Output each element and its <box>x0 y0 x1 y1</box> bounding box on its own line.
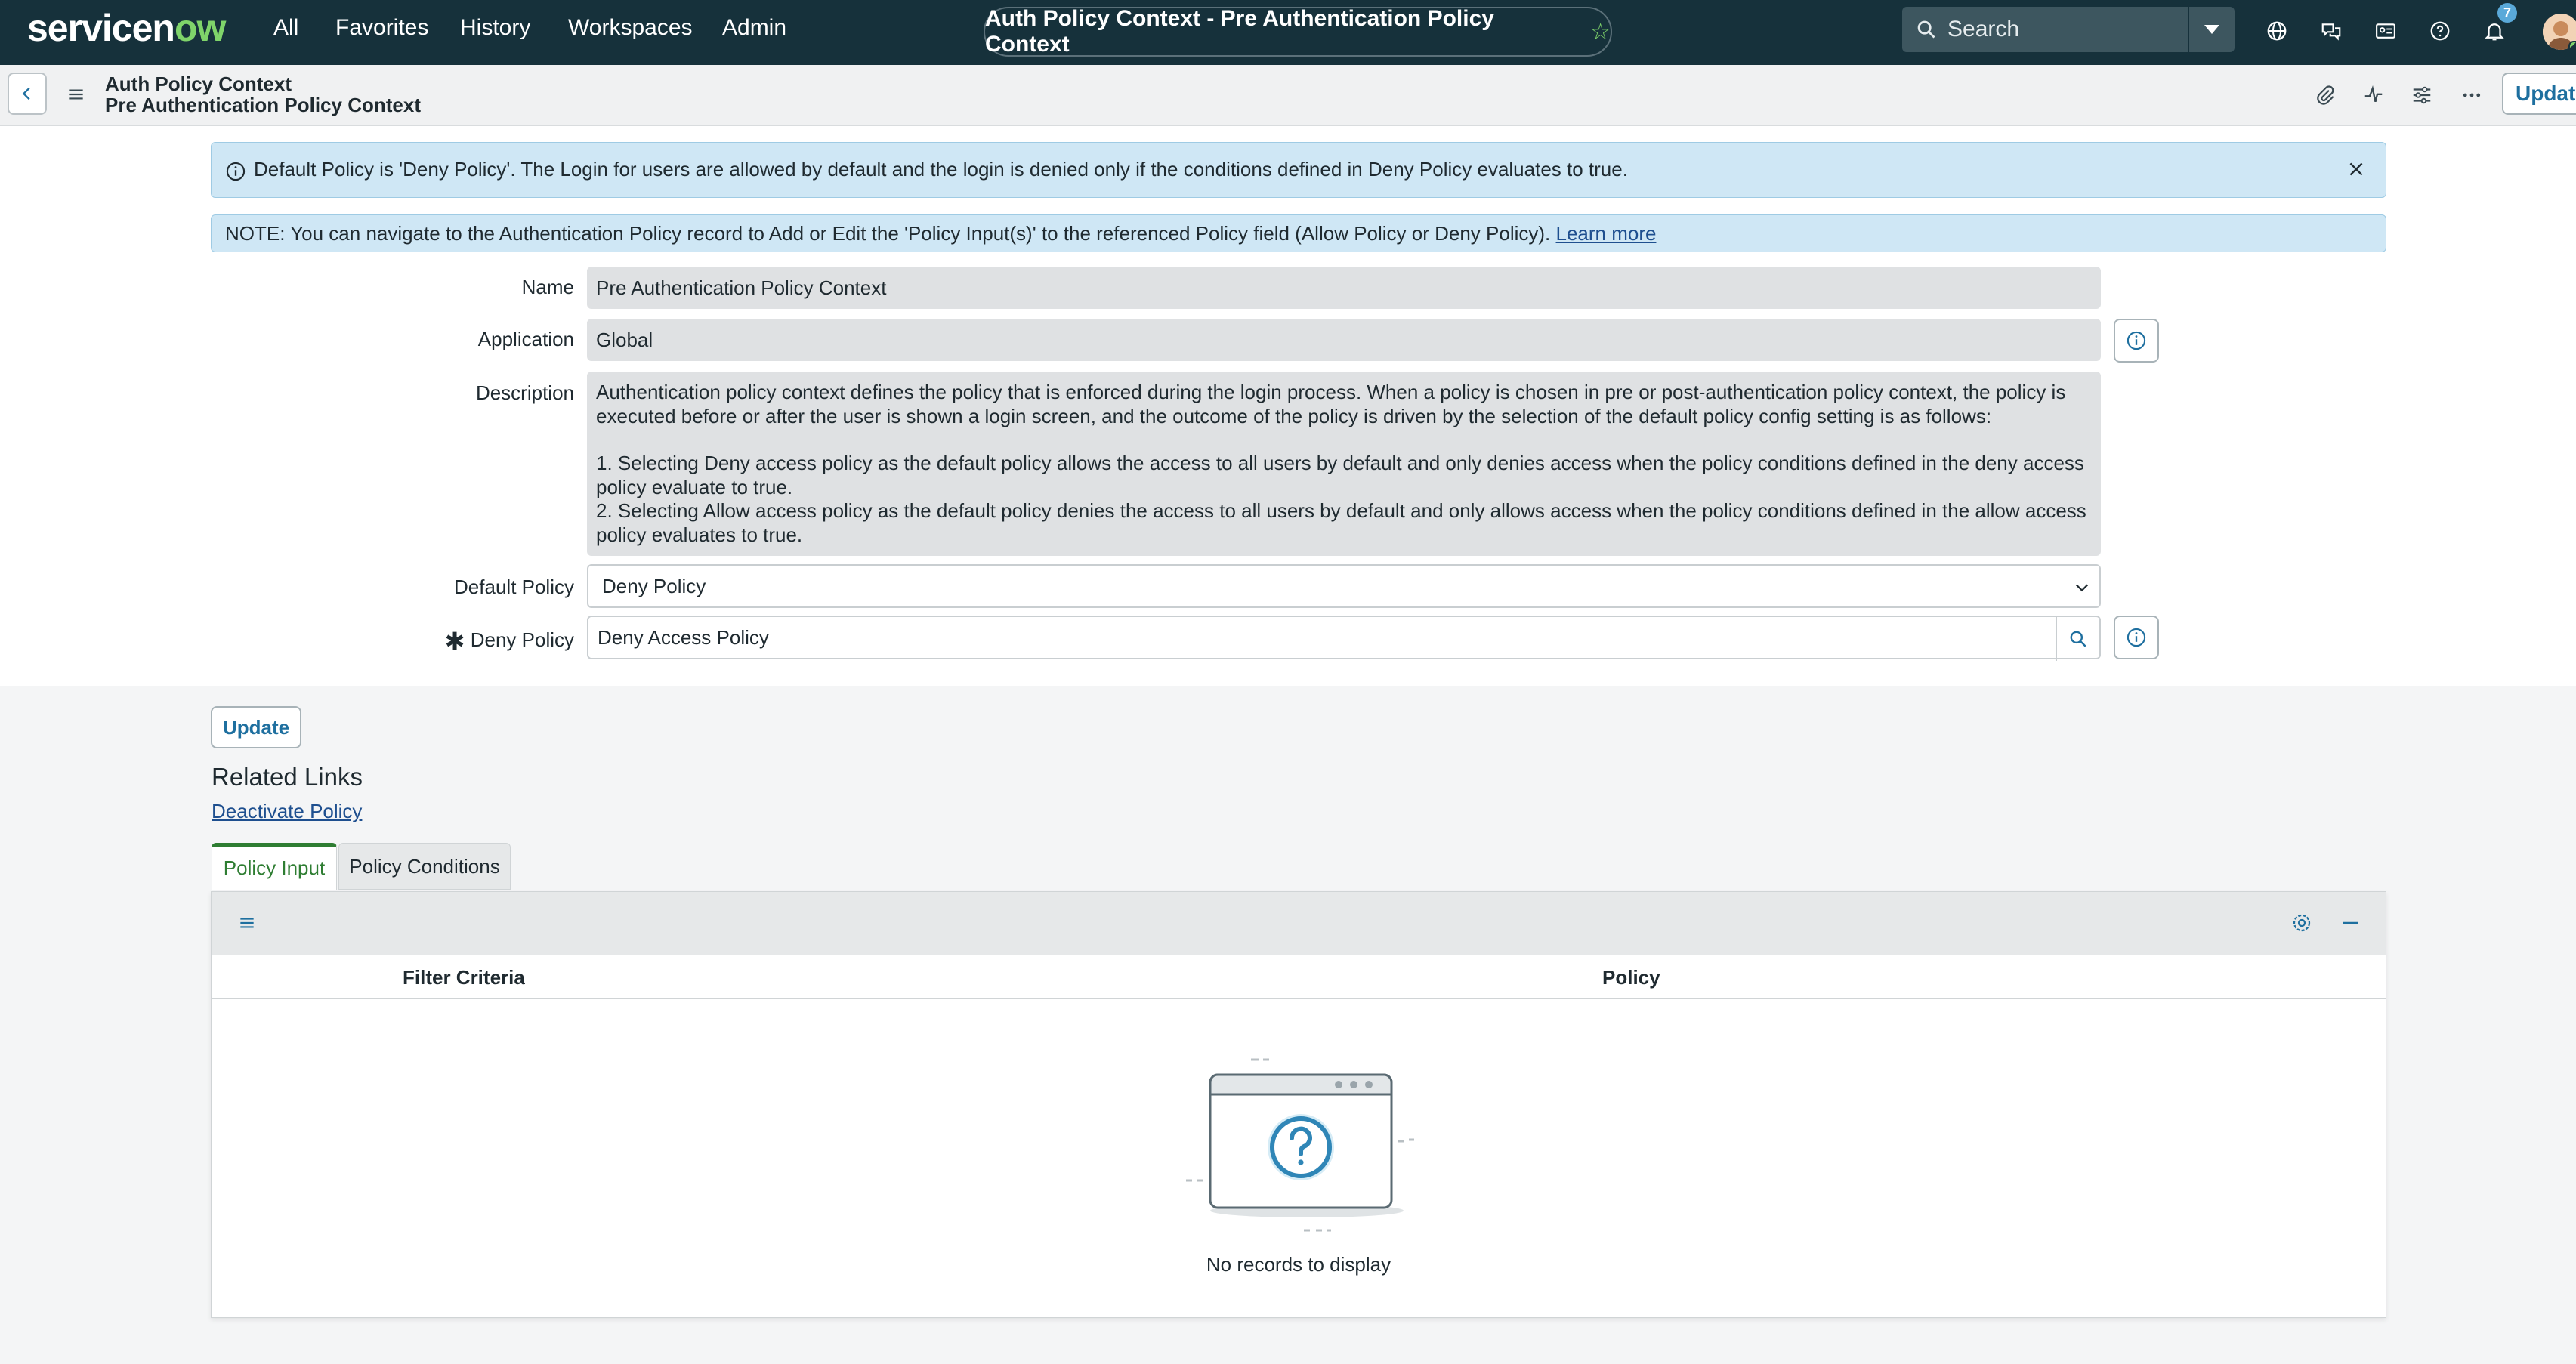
deny-policy-reference-field[interactable]: Deny Access Policy <box>587 616 2101 661</box>
star-icon[interactable]: ☆ <box>1590 19 1611 45</box>
chat-icon[interactable] <box>2316 16 2346 46</box>
application-field[interactable]: Global <box>587 319 2101 361</box>
column-divider <box>212 998 2386 999</box>
search-placeholder: Search <box>1947 17 2020 42</box>
chevron-left-icon <box>22 87 30 100</box>
name-value: Pre Authentication Policy Context <box>596 276 887 299</box>
info-banner-text: Default Policy is 'Deny Policy'. The Log… <box>254 158 1628 181</box>
learn-more-link[interactable]: Learn more <box>1556 222 1657 245</box>
online-status-dot <box>2568 41 2576 50</box>
empty-state-text: No records to display <box>1206 1253 1391 1276</box>
description-label: Description <box>475 381 574 404</box>
global-search: Search <box>1902 7 2235 52</box>
record-title-pill[interactable]: Auth Policy Context - Pre Authentication… <box>984 6 1612 57</box>
related-list-panel: Filter Criteria Policy No records to dis… <box>211 891 2386 1318</box>
form-table-label: Auth Policy Context <box>105 73 292 95</box>
application-value: Global <box>596 329 653 351</box>
info-icon <box>225 161 246 187</box>
caret-down-icon <box>2204 25 2219 34</box>
header-update-button[interactable]: Update <box>2502 73 2576 115</box>
personalize-form-icon[interactable] <box>2407 80 2437 110</box>
update-button[interactable]: Update <box>211 706 301 748</box>
tab-policy-conditions[interactable]: Policy Conditions <box>338 843 511 890</box>
deny-policy-info-button[interactable] <box>2114 616 2159 659</box>
chevron-down-icon <box>2075 584 2089 592</box>
related-list-header <box>212 892 2386 955</box>
nav-history[interactable]: History <box>460 15 530 41</box>
deactivate-policy-link[interactable]: Deactivate Policy <box>212 800 362 823</box>
name-label: Name <box>521 276 574 298</box>
servicenow-logo[interactable]: servicenow <box>27 6 226 50</box>
more-options-icon[interactable] <box>2457 80 2487 110</box>
description-blank-line <box>596 428 2092 452</box>
column-header-policy[interactable]: Policy <box>1602 966 1660 989</box>
id-card-icon[interactable] <box>2371 16 2401 46</box>
default-policy-info-banner: Default Policy is 'Deny Policy'. The Log… <box>211 142 2386 198</box>
form-context-menu-icon[interactable] <box>66 85 86 108</box>
logo-text-accent: ow <box>174 7 226 49</box>
search-input[interactable]: Search <box>1902 7 2188 52</box>
close-icon[interactable] <box>2346 159 2366 184</box>
column-header-filter-criteria[interactable]: Filter Criteria <box>403 966 525 989</box>
list-context-menu-icon[interactable] <box>237 913 257 937</box>
nav-all[interactable]: All <box>273 15 298 41</box>
tab-policy-input[interactable]: Policy Input <box>212 843 337 890</box>
info-icon <box>2127 628 2146 647</box>
help-icon[interactable] <box>2425 16 2455 46</box>
nav-admin[interactable]: Admin <box>722 15 786 41</box>
deny-policy-value: Deny Access Policy <box>598 626 769 649</box>
notification-count-badge: 7 <box>2497 3 2517 23</box>
settings-gear-icon[interactable] <box>2290 912 2313 938</box>
search-icon <box>1917 20 1935 39</box>
search-scope-dropdown[interactable] <box>2188 7 2235 52</box>
minimize-icon[interactable] <box>2339 912 2361 938</box>
logo-text: servicen <box>27 7 175 49</box>
related-links-heading: Related Links <box>212 763 363 791</box>
default-policy-label: Default Policy <box>454 576 574 598</box>
default-policy-select[interactable]: Deny Policy <box>587 564 2101 608</box>
search-icon <box>2070 631 2086 647</box>
description-field[interactable]: Authentication policy context defines th… <box>587 372 2101 556</box>
form-record-label: Pre Authentication Policy Context <box>105 94 421 116</box>
note-banner-text: NOTE: You can navigate to the Authentica… <box>225 222 1551 245</box>
back-button[interactable] <box>8 73 47 115</box>
default-policy-value: Deny Policy <box>602 575 706 597</box>
deny-policy-label: Deny Policy <box>470 628 574 651</box>
user-avatar[interactable] <box>2543 14 2576 50</box>
empty-state-illustration <box>1186 1058 1414 1232</box>
note-banner: NOTE: You can navigate to the Authentica… <box>211 214 2386 252</box>
description-paragraph-1: Authentication policy context defines th… <box>596 381 2066 427</box>
lookup-button[interactable] <box>2056 617 2099 661</box>
mandatory-asterisk-icon: ✱ <box>444 628 465 655</box>
top-navigation-bar: servicenow All Favorites History Workspa… <box>0 0 2576 65</box>
nav-workspaces[interactable]: Workspaces <box>568 15 693 41</box>
form-header-bar: Auth Policy Context Pre Authentication P… <box>0 65 2576 126</box>
activity-icon[interactable] <box>2358 80 2389 110</box>
name-field[interactable]: Pre Authentication Policy Context <box>587 267 2101 309</box>
deny-policy-label-wrap: ✱ Deny Policy <box>272 627 574 656</box>
globe-icon[interactable] <box>2262 16 2292 46</box>
nav-favorites[interactable]: Favorites <box>335 15 428 41</box>
note-banner-text-wrap: NOTE: You can navigate to the Authentica… <box>225 222 1656 245</box>
info-icon <box>2127 331 2146 350</box>
record-title: Auth Policy Context - Pre Authentication… <box>985 6 1494 57</box>
attachment-icon[interactable] <box>2310 80 2340 110</box>
application-info-button[interactable] <box>2114 319 2159 363</box>
description-paragraph-3: 2. Selecting Allow access policy as the … <box>596 499 2086 546</box>
application-label: Application <box>477 328 574 350</box>
description-paragraph-2: 1. Selecting Deny access policy as the d… <box>596 452 2084 498</box>
